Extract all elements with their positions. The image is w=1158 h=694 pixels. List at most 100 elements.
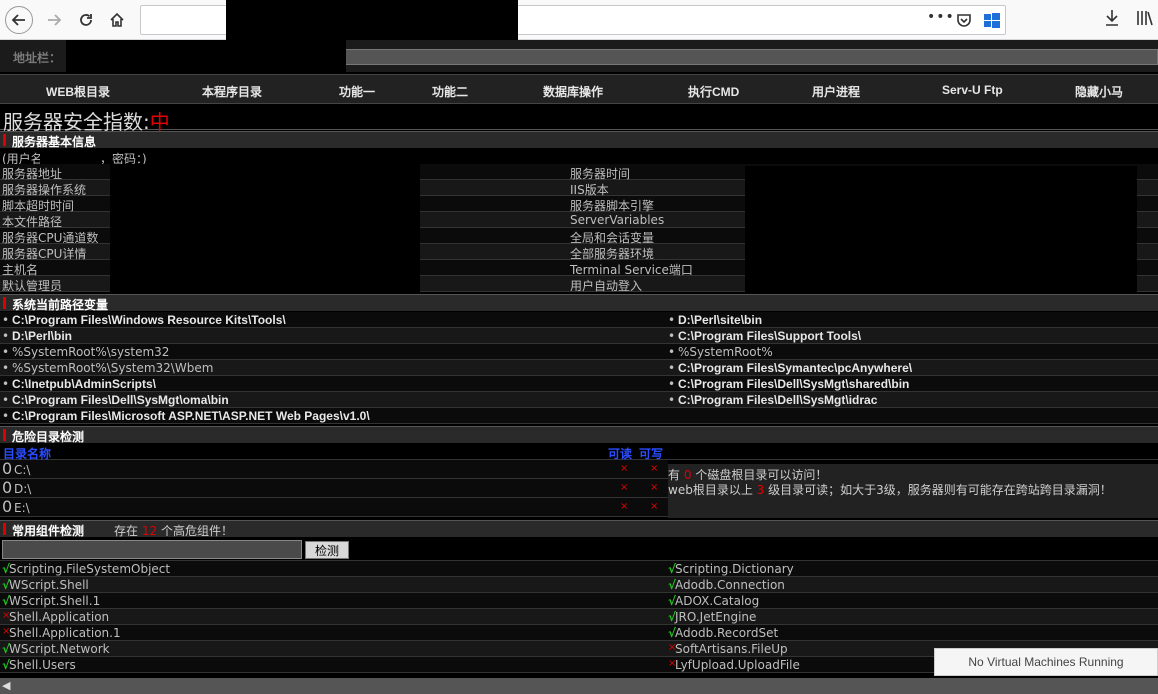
path-row: • C:\Program Files\Dell\SysMgt\oma\bin • C:…	[0, 392, 1158, 408]
path-row: • C:\Inetpub\AdminScripts\ • C:\Program Fil…	[0, 376, 1158, 392]
library-icon[interactable]	[1136, 9, 1154, 30]
redacted-left-values	[110, 164, 420, 292]
path-entry: C:\Program Files\Microsoft ASP.NET\ASP.N…	[12, 409, 370, 423]
section-title: 系统当前路径变量	[12, 298, 109, 312]
more-icon[interactable]: •••	[927, 9, 955, 25]
reload-icon[interactable]	[72, 6, 100, 34]
nav-database[interactable]: 数据库操作	[543, 83, 603, 100]
path-entry: C:\Program Files\Support Tools\	[678, 329, 862, 343]
component-name: Shell.Application.1	[9, 626, 121, 640]
component-name: Scripting.Dictionary	[675, 562, 794, 576]
scroll-left-icon[interactable]: ◀	[2, 679, 10, 692]
section-title: 危险目录检测	[12, 430, 85, 444]
address-label: 地址栏：	[13, 51, 62, 65]
nav-web-root[interactable]: WEB根目录	[46, 83, 110, 100]
path-entry: %SystemRoot%\System32\Wbem	[12, 361, 214, 375]
bullet-icon: •	[2, 409, 10, 423]
danger-header-row: 目录名称 可读 可写	[0, 444, 1158, 461]
path-entry: D:\Perl\bin	[12, 329, 73, 343]
nav-program-dir[interactable]: 本程序目录	[202, 83, 262, 100]
info-label: ServerVariables	[570, 213, 665, 227]
nav-user-process[interactable]: 用户进程	[812, 83, 860, 100]
component-row: √ WScript.Shell √ Adodb.Connection	[0, 577, 1158, 593]
info-label: 默认管理员	[2, 279, 63, 293]
bullet-icon: •	[668, 329, 676, 343]
dir-path: C:\	[14, 463, 31, 477]
user-line: (用户名 ，密码：)	[0, 149, 1158, 166]
dir-row: 0 C:\ × ×	[0, 459, 668, 479]
bullet-icon: •	[2, 345, 10, 359]
section-basic-info: 服务器基本信息	[0, 131, 1158, 149]
nav-exec-cmd[interactable]: 执行CMD	[688, 83, 739, 100]
path-row: • C:\Program Files\Windows Resource Kits\…	[0, 312, 1158, 328]
path-entry: C:\Program Files\Symantec\pcAnywhere\	[678, 361, 913, 375]
readable-x-icon: ×	[620, 482, 629, 493]
path-row: • C:\Program Files\Microsoft ASP.NET\ASP.…	[0, 408, 1158, 424]
nav-function-one[interactable]: 功能一	[339, 83, 375, 100]
path-entry: C:\Program Files\Dell\SysMgt\oma\bin	[12, 393, 229, 407]
dir-row: 0 D:\ × ×	[0, 478, 668, 498]
bullet-icon: •	[2, 313, 10, 327]
nav-hidden-shell[interactable]: 隐藏小马	[1075, 83, 1123, 100]
component-name: Shell.Application	[9, 610, 110, 624]
path-row: • D:\Perl\bin • C:\Program Files\Support To…	[0, 328, 1158, 344]
component-name: SoftArtisans.FileUp	[675, 642, 788, 656]
bullet-icon: •	[668, 393, 676, 407]
pocket-icon[interactable]	[956, 14, 972, 28]
dir-path: E:\	[14, 501, 30, 515]
writable-x-icon: ×	[650, 501, 659, 512]
redacted-url	[226, 0, 518, 40]
section-title: 常用组件检测	[12, 524, 85, 538]
dir-index: 0	[2, 459, 13, 478]
readable-x-icon: ×	[620, 501, 629, 512]
dir-index: 0	[2, 478, 13, 497]
horizontal-scrollbar[interactable]: ◀	[0, 678, 1158, 694]
path-entry: C:\Program Files\Windows Resource Kits\T…	[12, 313, 286, 327]
component-name: Scripting.FileSystemObject	[9, 562, 171, 576]
component-row: √ Scripting.FileSystemObject √ Scripting.Di…	[0, 561, 1158, 577]
nav-function-two[interactable]: 功能二	[432, 83, 468, 100]
path-entry: C:\Program Files\Dell\SysMgt\idrac	[678, 393, 878, 407]
path-entry: %SystemRoot%	[678, 345, 773, 359]
forward-arrow-icon[interactable]	[40, 6, 68, 34]
component-name: Shell.Users	[9, 658, 76, 672]
back-arrow-icon[interactable]	[5, 6, 33, 34]
bullet-icon: •	[2, 329, 10, 343]
component-name: WScript.Shell	[9, 578, 89, 592]
main-nav: WEB根目录 本程序目录 功能一 功能二 数据库操作 执行CMD 用户进程 Se…	[0, 74, 1158, 104]
dir-path: D:\	[14, 482, 32, 496]
component-row: √ WScript.Shell.1 √ ADOX.Catalog	[0, 593, 1158, 609]
danger-notes: 有 0 个磁盘根目录可以访问！ web根目录以上 3 级目录可读；如大于3级，服…	[668, 464, 1158, 518]
section-danger-dirs: 危险目录检测	[0, 426, 1158, 444]
readable-x-icon: ×	[620, 463, 629, 474]
bullet-icon: •	[2, 361, 10, 375]
path-entry: D:\Perl\site\bin	[678, 313, 763, 327]
component-name: JRO.JetEngine	[675, 610, 757, 624]
component-name: Adodb.RecordSet	[675, 626, 779, 640]
bullet-icon: •	[668, 361, 676, 375]
security-index: 服务器安全指数:中	[0, 106, 1158, 134]
component-row: × Shell.Application √ JRO.JetEngine	[0, 609, 1158, 625]
component-name: WScript.Network	[9, 642, 110, 656]
download-icon[interactable]	[1104, 9, 1120, 30]
component-name: Adodb.Connection	[675, 578, 785, 592]
component-name: WScript.Shell.1	[9, 594, 101, 608]
home-icon[interactable]	[103, 6, 131, 34]
writable-x-icon: ×	[650, 482, 659, 493]
check-button[interactable]: 检测	[305, 541, 349, 559]
browser-toolbar: •••	[0, 0, 1158, 40]
section-components: 常用组件检测 存在 12 个高危组件！	[0, 520, 1158, 538]
components-summary: 存在 12 个高危组件！	[114, 524, 233, 538]
path-row: • %SystemRoot%\system32 • %SystemRoot%	[0, 344, 1158, 360]
dir-row: 0 E:\ × ×	[0, 497, 668, 517]
note-web-root-levels: web根目录以上 3 级目录可读；如大于3级，服务器则有可能存在跨站跨目录漏洞！	[668, 483, 1112, 497]
writable-x-icon: ×	[650, 463, 659, 474]
component-row: × Shell.Application.1 √ Adodb.RecordSet	[0, 625, 1158, 641]
nav-servu-ftp[interactable]: Serv-U Ftp	[942, 83, 1003, 97]
info-label: 用户自动登入	[570, 279, 643, 293]
redacted-address	[66, 40, 346, 74]
path-entry: C:\Program Files\Dell\SysMgt\shared\bin	[678, 377, 910, 391]
component-check-input[interactable]	[2, 540, 302, 559]
bullet-icon: •	[2, 377, 10, 391]
path-entry: %SystemRoot%\system32	[12, 345, 170, 359]
